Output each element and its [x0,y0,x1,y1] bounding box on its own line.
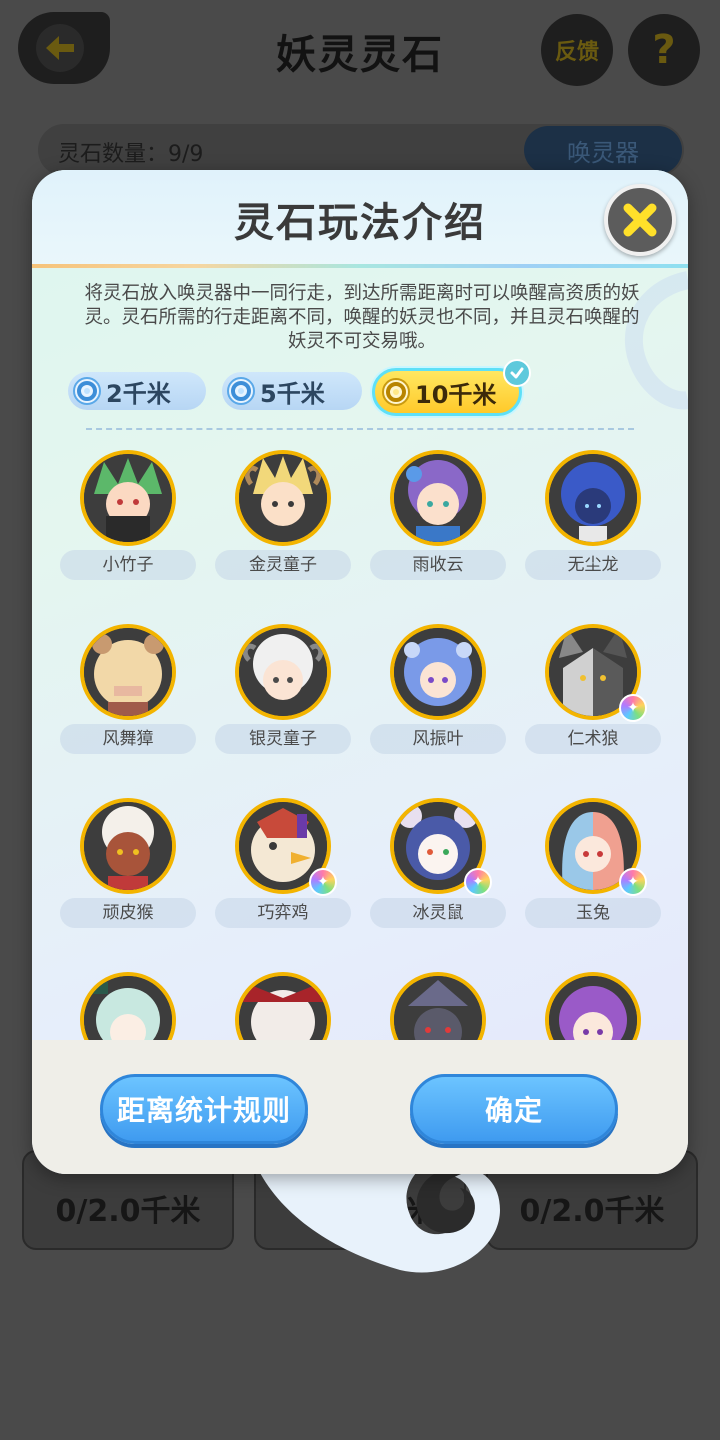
avatar [545,450,641,546]
character-card[interactable]: 风振叶 [370,612,506,782]
character-card[interactable] [370,960,506,1040]
character-name: 风振叶 [370,724,506,754]
help-button[interactable]: ? [628,14,700,86]
avatar [80,972,176,1040]
character-card[interactable] [215,960,351,1040]
character-name: 银灵童子 [215,724,351,754]
character-grid: 小竹子 金灵童子 雨收云 无尘龙 风舞獐 银灵童子 风振叶 ✦ 仁术狼 顽皮猴 … [32,438,688,1040]
avatar: ✦ [390,798,492,896]
character-name: 冰灵鼠 [370,898,506,928]
ring-icon [73,377,101,405]
character-name: 顽皮猴 [60,898,196,928]
avatar [390,624,486,720]
stone-count: 灵石数量：9/9 [58,142,204,167]
background-header: 妖灵灵石 反馈 ? [0,0,720,110]
header-divider [32,264,688,268]
confirm-button[interactable]: 确定 [410,1074,618,1144]
tab-label: 2千米 [106,379,171,408]
avatar [80,624,176,720]
character-card[interactable]: 雨收云 [370,438,506,608]
character-card[interactable]: 小竹子 [60,438,196,608]
character-name: 玉兔 [525,898,661,928]
stone-slot-distance: 0/2.0千米 [55,1194,201,1229]
selected-check-icon [503,359,531,387]
ring-icon [382,378,410,406]
stone-slot-distance: 0/2.0千米 [519,1194,665,1229]
tab-label: 5千米 [260,379,325,408]
modal-header: 灵石玩法介绍 [32,170,688,268]
tab-5km[interactable]: 5千米 [222,372,362,410]
summon-device-button[interactable]: 唤灵器 [524,126,682,174]
modal-footer: 距离统计规则 确定 [32,1040,688,1174]
stone-count-bar: 灵石数量：9/9 唤灵器 [38,124,684,176]
character-card[interactable]: 无尘龙 [525,438,661,608]
feedback-button[interactable]: 反馈 [541,14,613,86]
character-name: 仁术狼 [525,724,661,754]
character-card[interactable]: 风舞獐 [60,612,196,782]
tab-10km[interactable]: 10千米 [372,359,531,416]
ring-icon [227,377,255,405]
avatar [235,972,331,1040]
character-card[interactable]: ✦ 冰灵鼠 [370,786,506,956]
avatar [390,972,486,1040]
stone-slot-distance: 千米 [375,1194,435,1229]
character-card[interactable]: 顽皮猴 [60,786,196,956]
avatar: ✦ [545,624,647,722]
character-name: 风舞獐 [60,724,196,754]
avatar [235,450,331,546]
avatar: ✦ [235,798,337,896]
character-name: 雨收云 [370,550,506,580]
character-card[interactable]: 银灵童子 [215,612,351,782]
rare-star-icon: ✦ [619,694,647,722]
avatar [545,972,641,1040]
close-button[interactable] [604,184,676,256]
character-card[interactable]: 金灵童子 [215,438,351,608]
character-card[interactable]: ✦ 仁术狼 [525,612,661,782]
avatar [235,624,331,720]
rare-star-icon: ✦ [464,868,492,896]
intro-modal: 灵石玩法介绍 将灵石放入唤灵器中一同行走，到达所需距离时可以唤醒高资质的妖灵。灵… [32,170,688,1174]
rare-star-icon: ✦ [619,868,647,896]
avatar [390,450,486,546]
character-name: 小竹子 [60,550,196,580]
tab-label: 10千米 [415,380,497,409]
avatar [80,798,176,894]
close-icon [623,203,657,237]
rules-description: 将灵石放入唤灵器中一同行走，到达所需距离时可以唤醒高资质的妖灵。灵石所需的行走距… [84,283,640,352]
tab-divider [86,428,634,430]
character-card[interactable]: ✦ 巧弈鸡 [215,786,351,956]
tab-2km[interactable]: 2千米 [68,372,206,410]
character-card[interactable]: ✦ 玉兔 [525,786,661,956]
modal-title: 灵石玩法介绍 [234,200,486,246]
character-name: 无尘龙 [525,550,661,580]
character-name: 金灵童子 [215,550,351,580]
character-card[interactable] [525,960,661,1040]
distance-rules-button[interactable]: 距离统计规则 [100,1074,308,1144]
avatar [80,450,176,546]
avatar: ✦ [545,798,647,896]
rare-star-icon: ✦ [309,868,337,896]
character-name: 巧弈鸡 [215,898,351,928]
character-card[interactable] [60,960,196,1040]
